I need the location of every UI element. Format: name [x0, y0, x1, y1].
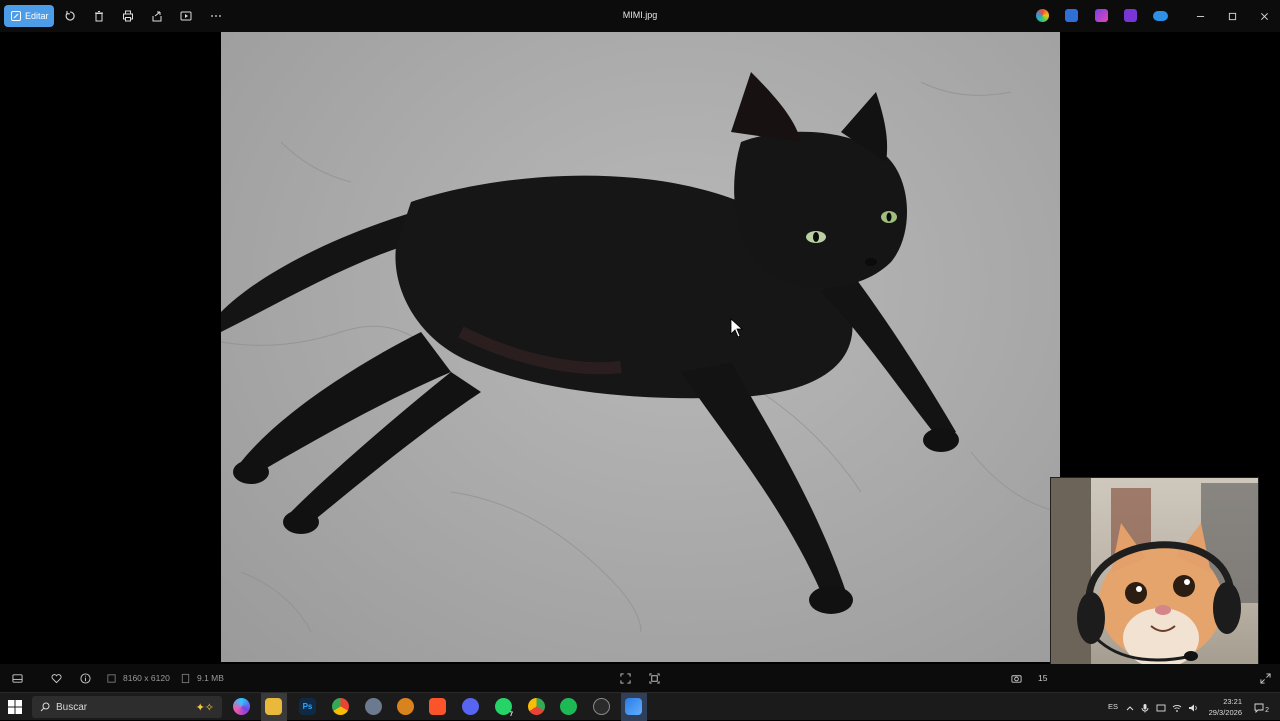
- brave-icon[interactable]: [429, 698, 446, 715]
- network-icon[interactable]: [1155, 702, 1166, 713]
- zoom-level[interactable]: 15: [1038, 673, 1047, 683]
- volume-icon[interactable]: [1187, 702, 1198, 713]
- dimensions-icon: [105, 672, 117, 684]
- photo-viewer-image[interactable]: [221, 32, 1060, 662]
- search-highlight-icon: ✦✧: [195, 701, 214, 714]
- fit-to-window-icon[interactable]: [618, 671, 632, 685]
- screenshot-icon[interactable]: [1009, 671, 1023, 685]
- app-icon-generic[interactable]: [365, 698, 382, 715]
- minimize-button[interactable]: [1190, 6, 1210, 26]
- fullscreen-icon[interactable]: [1258, 671, 1272, 685]
- status-bar: 8160 x 6120 9.1 MB 15: [0, 664, 1280, 692]
- discord-icon[interactable]: [462, 698, 479, 715]
- firefox-icon[interactable]: [397, 698, 414, 715]
- photoshop-icon[interactable]: Ps: [299, 698, 316, 715]
- copilot-taskbar-icon[interactable]: [233, 698, 250, 715]
- file-size: 9.1 MB: [197, 673, 224, 683]
- file-size-icon: [179, 672, 191, 684]
- photo-editor-icon[interactable]: [1065, 9, 1078, 22]
- black-cat-photo: [221, 72, 1060, 633]
- chevron-up-icon[interactable]: [1124, 702, 1135, 713]
- cat-with-headset-image: [1051, 478, 1258, 693]
- wifi-icon[interactable]: [1171, 702, 1182, 713]
- clipchamp-icon[interactable]: [1124, 9, 1137, 22]
- whatsapp-badge: 7: [507, 712, 515, 718]
- copilot-icon[interactable]: [1036, 9, 1049, 22]
- search-label: Buscar: [56, 701, 88, 713]
- notification-count: 2: [1265, 707, 1269, 714]
- language-indicator[interactable]: ES: [1100, 702, 1118, 711]
- clock-time[interactable]: 23:21: [1198, 697, 1242, 706]
- spotify-icon[interactable]: [560, 698, 577, 715]
- filmstrip-icon[interactable]: [10, 671, 24, 685]
- photos-app-icon[interactable]: [625, 698, 642, 715]
- chrome-icon[interactable]: [332, 698, 349, 715]
- webcam-overlay: [1050, 477, 1259, 694]
- title-bar: Editar MIMI.jpg: [0, 0, 1280, 32]
- windows-start-icon[interactable]: [8, 700, 22, 714]
- chrome-profile-icon[interactable]: [528, 698, 545, 715]
- favorite-heart-icon[interactable]: [49, 671, 63, 685]
- actual-size-icon[interactable]: [647, 671, 661, 685]
- window-title: MIMI.jpg: [622, 10, 658, 20]
- search-icon: [40, 702, 50, 712]
- maximize-button[interactable]: [1222, 6, 1242, 26]
- close-button[interactable]: [1254, 6, 1274, 26]
- whatsapp-icon[interactable]: 7: [495, 698, 515, 718]
- taskbar-search[interactable]: Buscar ✦✧: [32, 696, 222, 718]
- file-explorer-icon[interactable]: [265, 698, 282, 715]
- microphone-icon[interactable]: [1139, 702, 1150, 713]
- windows-taskbar: Buscar ✦✧ Ps 7 ES 23:21 29/3/2026 2: [0, 692, 1280, 721]
- onedrive-icon[interactable]: [1153, 11, 1168, 21]
- clock-date[interactable]: 29/3/2026: [1198, 708, 1242, 717]
- designer-icon[interactable]: [1095, 9, 1108, 22]
- image-dimensions: 8160 x 6120: [123, 673, 170, 683]
- info-icon[interactable]: [78, 671, 92, 685]
- obs-icon[interactable]: [593, 698, 610, 715]
